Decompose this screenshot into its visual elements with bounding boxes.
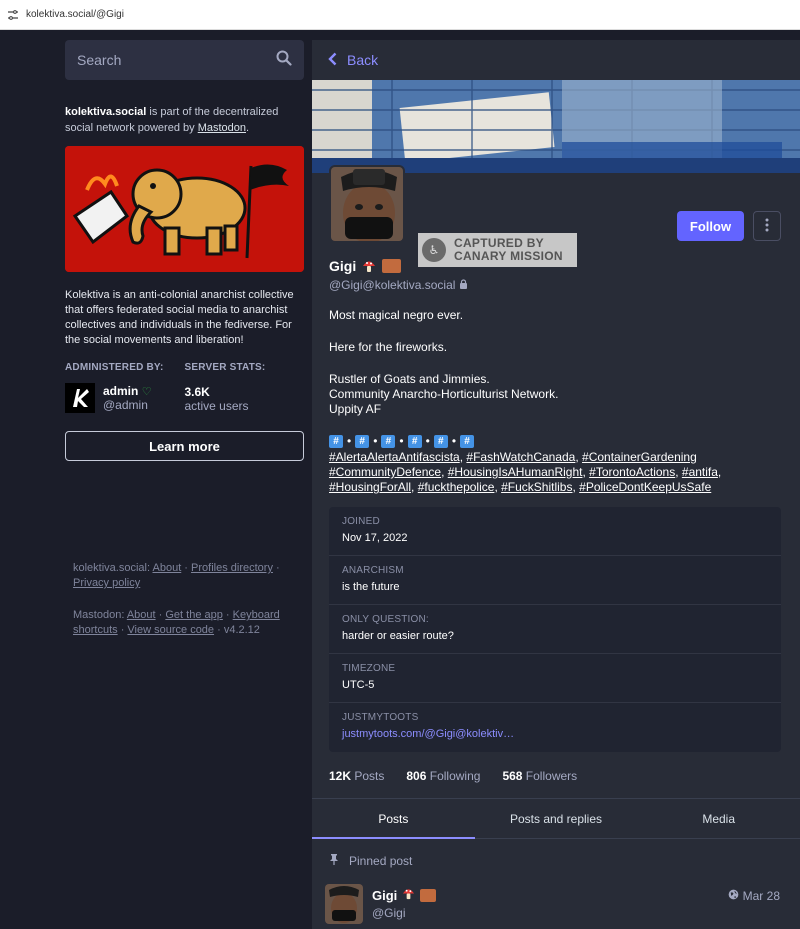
lock-icon (459, 278, 468, 292)
hashtag-link[interactable]: #fuckthepolice (418, 480, 495, 494)
follow-button[interactable]: Follow (677, 211, 744, 241)
hash-emoji-icon: # (329, 435, 343, 448)
footer-about-link[interactable]: About (153, 562, 182, 574)
view-source-link[interactable]: View source code (127, 624, 214, 636)
get-app-link[interactable]: Get the app (165, 609, 223, 621)
active-users-label: active users (184, 399, 249, 413)
posts-count[interactable]: 12K Posts (329, 769, 384, 783)
hashtag-link[interactable]: #AlertaAlertaAntifascista (329, 450, 460, 464)
browser-address-bar[interactable]: kolektiva.social/@Gigi (0, 0, 800, 30)
hashtag-link[interactable]: #PoliceDontKeepUsSafe (579, 480, 711, 494)
hashtag-link[interactable]: #TorontoActions (589, 465, 675, 479)
tab-media[interactable]: Media (637, 799, 800, 838)
profile-field: JUSTMYTOOTS justmytoots.com/@Gigi@kolekti… (329, 703, 781, 752)
mushroom-emoji-icon (362, 259, 376, 273)
server-stats-heading: SERVER STATS: (184, 362, 266, 373)
hashtag-link[interactable]: #FashWatchCanada (466, 450, 575, 464)
browser-url[interactable]: kolektiva.social/@Gigi (26, 9, 124, 20)
search-box[interactable] (65, 40, 304, 80)
profile-field: ONLY QUESTION: harder or easier route? (329, 605, 781, 654)
server-intro: kolektiva.social is part of the decentra… (65, 106, 279, 134)
admin-avatar[interactable] (65, 383, 95, 413)
admin-name[interactable]: admin ♡ (103, 384, 152, 398)
profile-header-image (312, 80, 800, 173)
server-name: kolektiva.social (65, 106, 147, 118)
mastodon-about-link[interactable]: About (127, 609, 156, 621)
profile-field: JOINED Nov 17, 2022 (329, 507, 781, 556)
server-description: Kolektiva is an anti-colonial anarchist … (65, 289, 294, 346)
hashtag-link[interactable]: #antifa (682, 465, 718, 479)
hashtag-emoji-row: # • # • # • # • # • # (329, 434, 779, 449)
pinned-post[interactable]: Gigi @Gigi Mar 28 (325, 884, 790, 926)
tab-posts[interactable]: Posts (312, 799, 475, 839)
post-author-name[interactable]: Gigi (372, 887, 437, 903)
profile-counts: 12K Posts 806 Following 568 Followers (329, 769, 577, 783)
profile-field: TIMEZONE UTC-5 (329, 654, 781, 703)
profile-column: Back ♿ CAPTURED BY CANARY MISSION Follow… (312, 40, 800, 929)
privacy-policy-link[interactable]: Privacy policy (73, 577, 140, 589)
hashtag-list: #AlertaAlertaAntifascista, #FashWatchCan… (329, 450, 722, 494)
tab-posts-and-replies[interactable]: Posts and replies (475, 799, 638, 838)
hash-emoji-icon: # (433, 435, 448, 448)
post-avatar[interactable] (325, 884, 363, 924)
administered-by-heading: ADMINISTERED BY: (65, 362, 164, 373)
profile-field: ANARCHISM is the future (329, 556, 781, 605)
heart-icon: ♡ (141, 386, 152, 398)
search-input[interactable] (77, 52, 257, 68)
post-timestamp[interactable]: Mar 28 (728, 889, 780, 903)
mushroom-emoji-icon (402, 887, 415, 903)
following-count[interactable]: 806 Following (406, 769, 480, 783)
kebab-menu-icon (765, 218, 769, 235)
profile-avatar[interactable] (329, 165, 405, 243)
post-author-handle: @Gigi (372, 906, 406, 920)
sidebar-footer: kolektiva.social: About · Profiles direc… (73, 562, 280, 636)
server-hero-image (65, 146, 304, 272)
profile-fields: JOINED Nov 17, 2022 ANARCHISM is the futur… (329, 507, 781, 752)
profile-tabs: Posts Posts and replies Media (312, 798, 800, 839)
site-settings-icon[interactable] (6, 8, 20, 22)
hashtag-link[interactable]: #HousingForAll (329, 480, 411, 494)
back-button[interactable]: Back (312, 40, 800, 80)
hash-emoji-icon: # (407, 435, 422, 448)
followers-count[interactable]: 568 Followers (502, 769, 577, 783)
hash-emoji-icon: # (460, 435, 475, 448)
learn-more-button[interactable]: Learn more (65, 431, 304, 461)
profile-names: Gigi @Gigi@kolektiva.social (329, 258, 468, 292)
active-users-count: 3.6K (184, 385, 210, 399)
pinned-post-label: Pinned post (329, 853, 412, 868)
brown-square-emoji-icon (420, 888, 437, 902)
more-options-button[interactable] (753, 211, 781, 241)
mastodon-link[interactable]: Mastodon (198, 122, 246, 134)
chevron-left-icon (328, 52, 337, 69)
hashtag-link[interactable]: #FuckShitlibs (501, 480, 572, 494)
admin-account[interactable]: admin ♡ @admin (65, 383, 185, 413)
hashtag-link[interactable]: #HousingIsAHumanRight (448, 465, 583, 479)
pin-icon (329, 853, 339, 868)
display-name: Gigi (329, 258, 468, 274)
hash-emoji-icon: # (355, 435, 370, 448)
profiles-directory-link[interactable]: Profiles directory (191, 562, 273, 574)
admin-handle: @admin (103, 398, 148, 412)
server-stats: ADMINISTERED BY: admin ♡ @admin SERVER S… (65, 362, 304, 413)
hashtag-link[interactable]: #CommunityDefence (329, 465, 441, 479)
hash-emoji-icon: # (381, 435, 396, 448)
globe-icon (728, 889, 739, 903)
hashtag-link[interactable]: #ContainerGardening (582, 450, 697, 464)
brown-square-emoji-icon (382, 259, 402, 273)
profile-bio: Most magical negro ever. Here for the fi… (329, 308, 779, 495)
left-sidebar: kolektiva.social is part of the decentra… (65, 40, 304, 461)
justmytoots-link[interactable]: justmytoots.com/@Gigi@kolektiv… (342, 728, 768, 740)
account-handle: @Gigi@kolektiva.social (329, 278, 468, 292)
search-icon[interactable] (276, 50, 292, 71)
version-text: v4.2.12 (223, 624, 260, 636)
